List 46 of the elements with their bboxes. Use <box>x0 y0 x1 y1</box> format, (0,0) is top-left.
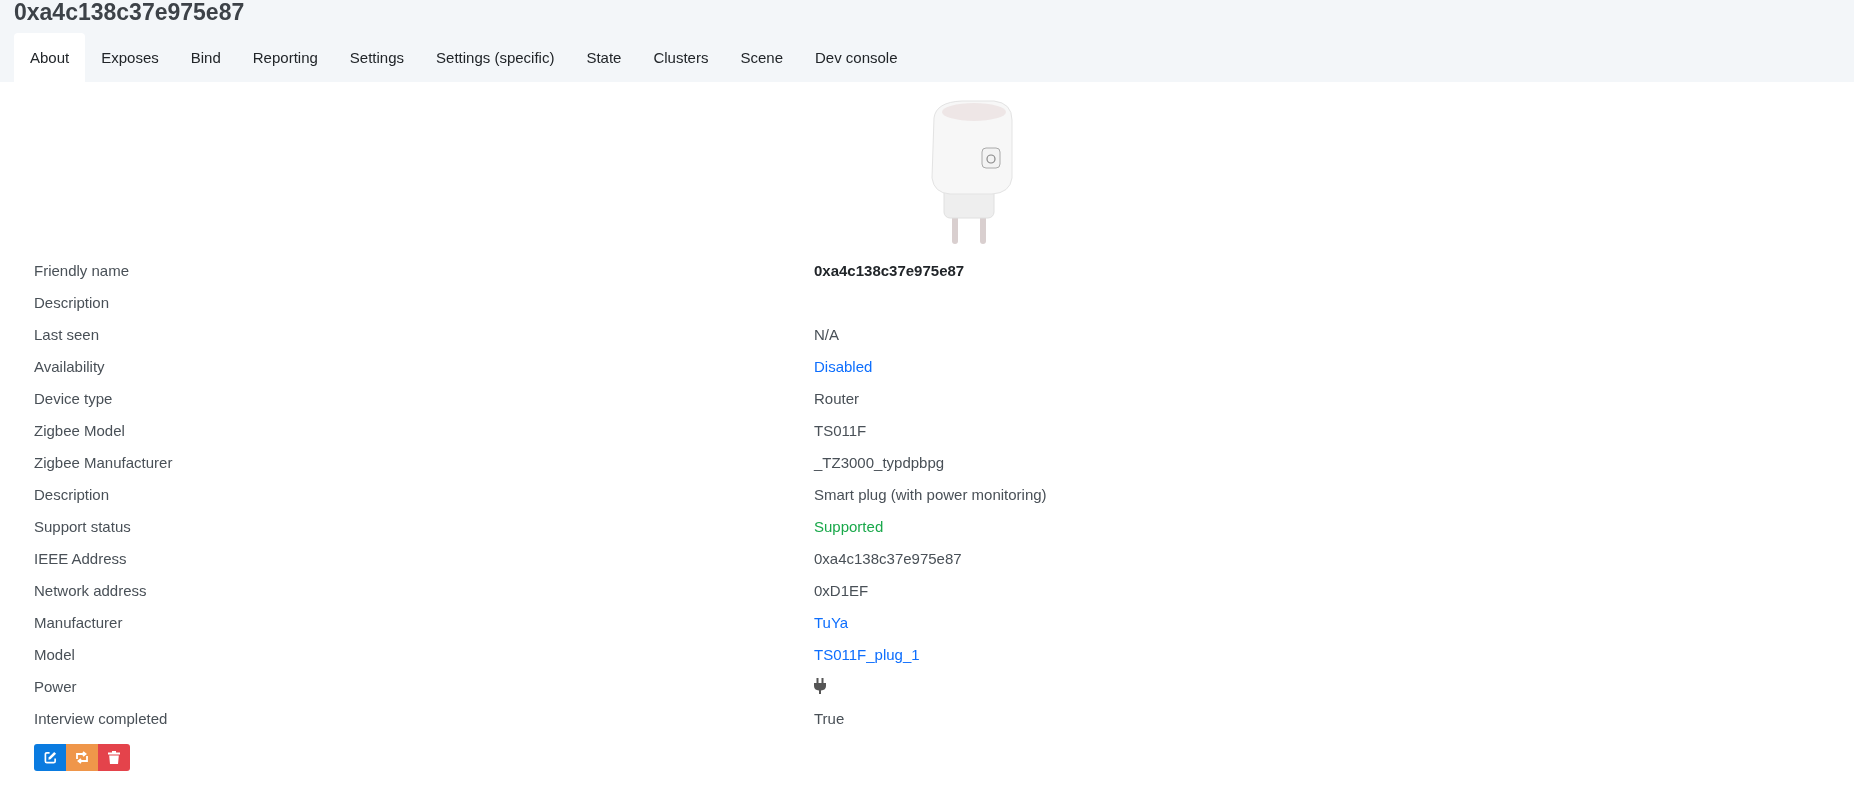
field-label: Description <box>34 292 111 313</box>
field-label: Manufacturer <box>34 612 124 633</box>
field-label: Zigbee Manufacturer <box>34 452 174 473</box>
edit-icon <box>43 751 57 764</box>
field-label: Support status <box>34 516 132 537</box>
field-value: True <box>814 708 846 729</box>
field-label: Network address <box>34 580 148 601</box>
tab[interactable]: About <box>14 33 86 82</box>
value-link[interactable]: Disabled <box>814 350 1820 382</box>
tab[interactable]: Reporting <box>236 33 334 82</box>
field-value: Router <box>814 388 861 409</box>
field-label: IEEE Address <box>34 548 128 569</box>
value-link[interactable]: TuYa <box>814 606 1820 638</box>
tab[interactable]: State <box>570 33 638 82</box>
field-label: Description <box>34 484 111 505</box>
tab[interactable]: Settings (specific) <box>420 33 571 82</box>
delete-button[interactable] <box>98 744 130 771</box>
tab[interactable]: Exposes <box>85 33 175 82</box>
tab[interactable]: Scene <box>724 33 799 82</box>
field-value: 0xa4c138c37e975e87 <box>814 260 966 281</box>
field-label: Last seen <box>34 324 101 345</box>
field-value: Supported <box>814 516 885 537</box>
edit-button[interactable] <box>34 744 66 771</box>
field-value: Smart plug (with power monitoring) <box>814 484 1048 505</box>
field-label: Model <box>34 644 76 665</box>
field-label: Availability <box>34 356 106 377</box>
tab[interactable]: Clusters <box>637 33 725 82</box>
value-link[interactable]: TS011F_plug_1 <box>814 638 1820 670</box>
field-label: Zigbee Model <box>34 420 126 441</box>
field-label: Interview completed <box>34 708 169 729</box>
field-value: 0xa4c138c37e975e87 <box>814 548 963 569</box>
swap-button[interactable] <box>66 744 98 771</box>
plug-icon <box>814 678 826 694</box>
device-title: 0xa4c138c37e975e87 <box>14 0 246 24</box>
field-label: Device type <box>34 388 114 409</box>
field-label: Friendly name <box>34 260 131 281</box>
trash-icon <box>108 751 120 764</box>
field-value: 0xD1EF <box>814 580 870 601</box>
field-label: Power <box>34 676 78 697</box>
tab[interactable]: Dev console <box>799 33 914 82</box>
field-value: _TZ3000_typdpbpg <box>814 452 946 473</box>
field-value: TS011F <box>814 420 868 441</box>
tab[interactable]: Settings <box>333 33 421 82</box>
swap-icon <box>75 751 89 764</box>
field-value: N/A <box>814 324 840 345</box>
tab[interactable]: Bind <box>174 33 237 82</box>
